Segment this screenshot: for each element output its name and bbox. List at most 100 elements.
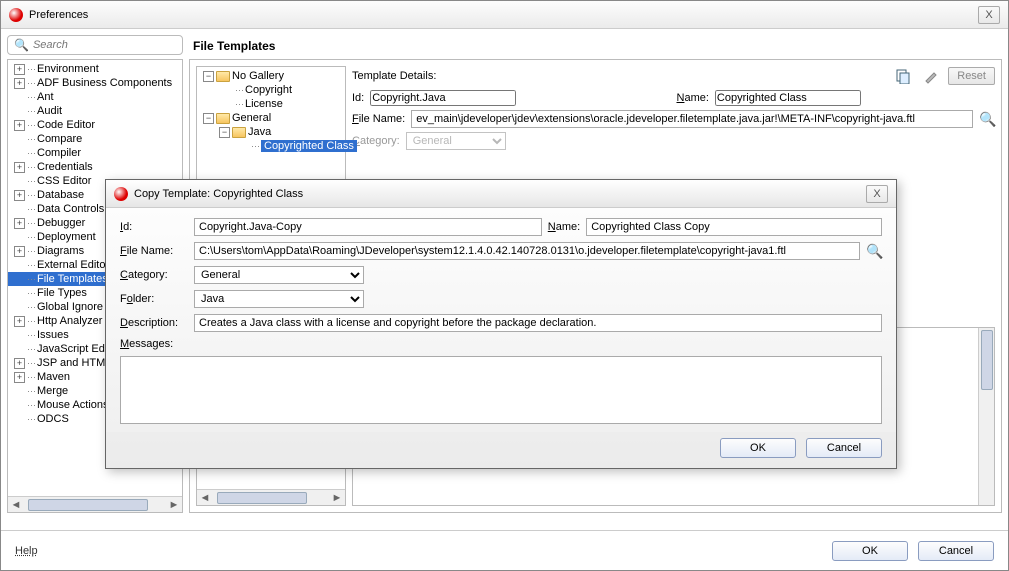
- subtree-h-scrollbar[interactable]: ◄ ►: [197, 489, 345, 505]
- scroll-right-icon[interactable]: ►: [166, 499, 182, 511]
- cancel-button[interactable]: Cancel: [918, 541, 994, 561]
- pencil-icon: [923, 68, 939, 84]
- dlg-category-select[interactable]: General: [194, 266, 364, 284]
- tree-node-copyrighted-class[interactable]: ⋯ Copyrighted Class: [199, 139, 343, 153]
- tree-item[interactable]: +⋯Credentials: [8, 160, 182, 174]
- expand-icon: +: [14, 148, 25, 159]
- tree-connector: ⋯: [27, 204, 35, 215]
- expand-icon: +: [14, 302, 25, 313]
- expand-icon: +: [14, 92, 25, 103]
- dlg-ok-button[interactable]: OK: [720, 438, 796, 458]
- tree-item-label: Issues: [37, 329, 69, 341]
- expand-icon[interactable]: +: [14, 78, 25, 89]
- search-box[interactable]: 🔍: [7, 35, 183, 55]
- tree-node-copyright[interactable]: ⋯ Copyright: [199, 83, 343, 97]
- dlg-id-field[interactable]: [194, 218, 542, 236]
- expand-icon[interactable]: +: [14, 64, 25, 75]
- copy-template-dialog: Copy Template: Copyrighted Class X Id: N…: [105, 179, 897, 469]
- tree-connector: ⋯: [27, 162, 35, 173]
- close-icon: X: [873, 188, 880, 200]
- tree-item-label: Diagrams: [37, 245, 84, 257]
- tree-label: General: [232, 112, 271, 124]
- dlg-folder-label: Folder:: [120, 293, 188, 305]
- tree-item-label: File Types: [37, 287, 87, 299]
- tree-item[interactable]: +⋯Code Editor: [8, 118, 182, 132]
- expand-icon[interactable]: +: [14, 316, 25, 327]
- scroll-thumb[interactable]: [217, 492, 307, 504]
- tree-item[interactable]: +⋯ADF Business Components: [8, 76, 182, 90]
- tree-item-label: ODCS: [37, 413, 69, 425]
- search-input[interactable]: [33, 39, 173, 51]
- expand-icon[interactable]: +: [14, 218, 25, 229]
- tree-label: Java: [248, 126, 271, 138]
- expand-icon: +: [14, 288, 25, 299]
- dlg-browse-button[interactable]: 🔍: [866, 243, 882, 259]
- dlg-name-field[interactable]: [586, 218, 882, 236]
- collapse-icon[interactable]: −: [203, 71, 214, 82]
- collapse-icon[interactable]: −: [203, 113, 214, 124]
- tree-item-label: CSS Editor: [37, 175, 91, 187]
- copy-template-button[interactable]: [892, 66, 914, 86]
- tree-item-label: Global Ignore: [37, 301, 103, 313]
- browse-file-button[interactable]: 🔍: [979, 111, 995, 127]
- scroll-left-icon[interactable]: ◄: [8, 499, 24, 511]
- tree-item-label: Debugger: [37, 217, 85, 229]
- tree-item-label: Compare: [37, 133, 82, 145]
- dialog-title: Copy Template: Copyrighted Class: [134, 188, 866, 200]
- expand-icon: +: [14, 386, 25, 397]
- file-name-field[interactable]: [411, 110, 973, 128]
- tree-node-nogallery[interactable]: − No Gallery: [199, 69, 343, 83]
- reset-button[interactable]: Reset: [948, 67, 995, 85]
- expand-icon[interactable]: +: [14, 246, 25, 257]
- tree-item[interactable]: +⋯Ant: [8, 90, 182, 104]
- tree-connector: ⋯: [27, 330, 35, 341]
- id-label: Id:: [352, 92, 364, 104]
- tree-connector: ⋯: [27, 372, 35, 383]
- folder-icon: [232, 127, 246, 138]
- expand-icon[interactable]: +: [14, 372, 25, 383]
- tree-item[interactable]: +⋯Compare: [8, 132, 182, 146]
- expand-icon: +: [14, 330, 25, 341]
- expand-icon[interactable]: +: [14, 190, 25, 201]
- name-field[interactable]: [715, 90, 861, 106]
- tree-node-license[interactable]: ⋯ License: [199, 97, 343, 111]
- dlg-desc-label: Description:: [120, 317, 188, 329]
- copy-icon: [895, 68, 911, 84]
- edit-template-button[interactable]: [920, 66, 942, 86]
- dlg-file-field[interactable]: [194, 242, 860, 260]
- tree-item-label: JavaScript Ed: [37, 343, 105, 355]
- collapse-icon[interactable]: −: [219, 127, 230, 138]
- tree-item-label: ADF Business Components: [37, 77, 172, 89]
- scroll-left-icon[interactable]: ◄: [197, 492, 213, 504]
- expand-icon[interactable]: +: [14, 358, 25, 369]
- dlg-cancel-button[interactable]: Cancel: [806, 438, 882, 458]
- tree-connector: ⋯: [27, 218, 35, 229]
- tree-node-general[interactable]: − General: [199, 111, 343, 125]
- tree-item[interactable]: +⋯Compiler: [8, 146, 182, 160]
- window-close-button[interactable]: X: [978, 6, 1000, 24]
- ok-button[interactable]: OK: [832, 541, 908, 561]
- expand-icon[interactable]: +: [14, 162, 25, 173]
- scroll-right-icon[interactable]: ►: [329, 492, 345, 504]
- scroll-thumb[interactable]: [981, 330, 993, 390]
- help-link[interactable]: Help: [15, 545, 38, 557]
- scroll-thumb[interactable]: [28, 499, 148, 511]
- tree-connector: ⋯: [235, 99, 243, 110]
- dlg-desc-field[interactable]: [194, 314, 882, 332]
- window-titlebar: Preferences X: [1, 1, 1008, 29]
- expand-icon[interactable]: +: [14, 120, 25, 131]
- dlg-folder-select[interactable]: Java: [194, 290, 364, 308]
- tree-item-label: Data Controls: [37, 203, 104, 215]
- tree-node-java[interactable]: − Java: [199, 125, 343, 139]
- tree-item-label: External Editor: [37, 259, 109, 271]
- dialog-close-button[interactable]: X: [866, 185, 888, 203]
- tree-connector: ⋯: [27, 344, 35, 355]
- tree-h-scrollbar[interactable]: ◄ ►: [8, 496, 182, 512]
- tree-item[interactable]: +⋯Environment: [8, 62, 182, 76]
- id-field[interactable]: [370, 90, 516, 106]
- folder-icon: [216, 113, 230, 124]
- dlg-file-label: File Name:: [120, 245, 188, 257]
- code-v-scrollbar[interactable]: [978, 328, 994, 505]
- tree-item-label: Mouse Actions: [37, 399, 109, 411]
- tree-item[interactable]: +⋯Audit: [8, 104, 182, 118]
